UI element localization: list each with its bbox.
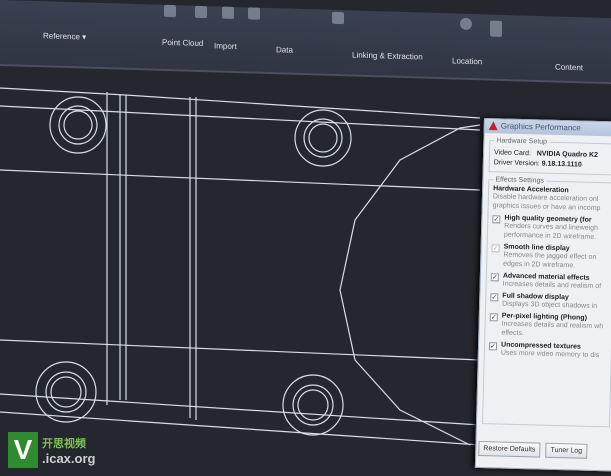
effect-checkbox[interactable]: ✓ bbox=[492, 215, 501, 224]
effect-checkbox[interactable]: ✓ bbox=[491, 244, 500, 253]
ribbon-group-point-cloud[interactable]: Point Cloud bbox=[162, 38, 203, 48]
data-icon[interactable] bbox=[248, 7, 260, 20]
driver-version-value: 9.18.13.1110 bbox=[541, 160, 582, 169]
ribbon-group-reference[interactable]: Reference ▾ bbox=[43, 31, 86, 41]
video-card-value: NVIDIA Quadro K2 bbox=[536, 150, 599, 159]
geolocation-icon[interactable] bbox=[460, 17, 472, 31]
effect-option: ✓ High quality geometry (for Renders curve… bbox=[492, 214, 599, 241]
hardware-setup-group: Hardware Setup Video Card: NVIDIA Quadro… bbox=[488, 137, 611, 176]
dialog-title-bar[interactable]: Graphics Performance bbox=[484, 119, 611, 137]
watermark: V 开思视频 .icax.org bbox=[8, 432, 95, 468]
effect-checkbox[interactable]: ✓ bbox=[490, 293, 499, 302]
content-icon[interactable] bbox=[490, 20, 502, 37]
effect-option: ✓ Advanced material effects Increases deta… bbox=[490, 272, 602, 291]
tuner-log-button[interactable]: Tuner Log bbox=[545, 442, 588, 459]
ribbon-group-linking[interactable]: Linking & Extraction bbox=[352, 50, 423, 61]
effect-option: ✓ Per-pixel lighting (Phong) Increases det… bbox=[489, 312, 604, 338]
effect-option: ✓ Uncompressed textures Uses more video me… bbox=[488, 341, 600, 360]
ribbon-group-import[interactable]: Import bbox=[214, 41, 237, 51]
data-link-icon[interactable] bbox=[332, 11, 344, 25]
effects-settings-group: Effects Settings Hardware Acceleration D… bbox=[481, 176, 611, 428]
cad-drawing bbox=[0, 87, 481, 446]
graphics-performance-dialog: Graphics Performance Hardware Setup Vide… bbox=[474, 118, 611, 472]
attach-icon[interactable] bbox=[164, 4, 176, 18]
effect-checkbox[interactable]: ✓ bbox=[488, 342, 498, 351]
import-icon[interactable] bbox=[222, 6, 234, 19]
restore-defaults-button[interactable]: Restore Defaults bbox=[478, 440, 541, 458]
effect-option: ✓ Smooth line display Removes the jagged e… bbox=[491, 243, 597, 270]
watermark-logo: V bbox=[8, 432, 38, 468]
effect-checkbox[interactable]: ✓ bbox=[489, 313, 498, 322]
point-cloud-icon[interactable] bbox=[195, 5, 207, 19]
effect-option: ✓ Full shadow display Displays 3D object s… bbox=[490, 292, 598, 311]
ribbon-group-location[interactable]: Location bbox=[452, 56, 482, 66]
effect-checkbox[interactable]: ✓ bbox=[490, 273, 499, 282]
autocad-logo-icon bbox=[489, 121, 498, 130]
ribbon-group-data[interactable]: Data bbox=[276, 45, 293, 55]
